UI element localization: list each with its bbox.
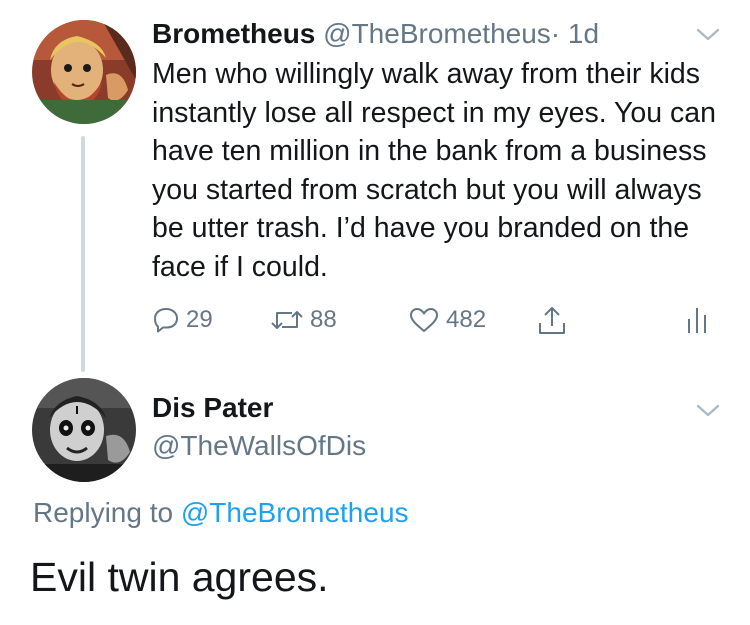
reply-count: 29 bbox=[186, 306, 213, 333]
brometheus-avatar[interactable] bbox=[32, 20, 136, 124]
analytics-icon bbox=[685, 305, 711, 335]
chevron-down-icon[interactable] bbox=[695, 402, 721, 420]
tweet-thread: Brometheus @TheBrometheus· 1d Men who wi… bbox=[0, 0, 750, 625]
tweet-text: Men who willingly walk away from their k… bbox=[152, 58, 716, 283]
author-handle[interactable]: @TheBrometheus bbox=[323, 18, 551, 49]
author-display-name[interactable]: Brometheus bbox=[152, 18, 315, 49]
reply-author-display-name[interactable]: Dis Pater bbox=[152, 390, 273, 426]
dis-pater-avatar[interactable] bbox=[32, 378, 136, 482]
tweet-header: Brometheus @TheBrometheus· 1d bbox=[152, 14, 599, 54]
share-button[interactable] bbox=[537, 300, 567, 340]
like-count: 482 bbox=[446, 306, 487, 333]
chevron-down-icon[interactable] bbox=[695, 26, 721, 44]
tweet-action-bar: 29 88 482 bbox=[0, 300, 750, 340]
reply-button[interactable]: 29 bbox=[152, 300, 213, 340]
replying-to-line: Replying to @TheBrometheus bbox=[33, 494, 409, 532]
share-icon bbox=[537, 304, 567, 336]
heart-icon bbox=[408, 306, 440, 334]
reply-author-handle[interactable]: @TheWallsOfDis bbox=[152, 428, 366, 464]
retweet-icon bbox=[270, 306, 304, 334]
reply-icon bbox=[152, 306, 180, 334]
like-button[interactable]: 482 bbox=[408, 300, 486, 340]
replying-to-mention-link[interactable]: @TheBrometheus bbox=[181, 497, 409, 528]
replying-to-label: Replying to bbox=[33, 497, 174, 528]
reply-text: Evil twin agrees. bbox=[30, 554, 329, 600]
retweet-button[interactable]: 88 bbox=[270, 300, 337, 340]
separator-dot: · bbox=[550, 18, 561, 49]
tweet-timestamp[interactable]: 1d bbox=[568, 18, 599, 49]
retweet-count: 88 bbox=[310, 306, 337, 333]
analytics-button[interactable] bbox=[685, 300, 711, 340]
